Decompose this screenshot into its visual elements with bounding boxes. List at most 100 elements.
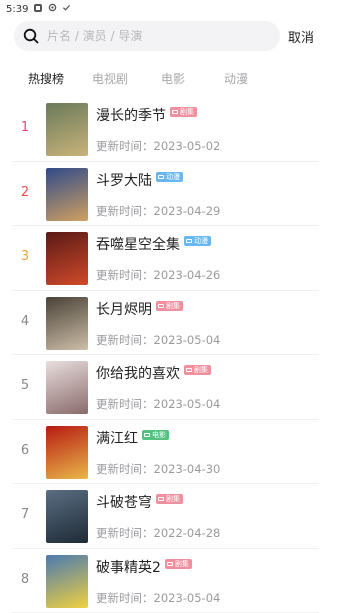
item-title[interactable]: 漫长的季节	[96, 105, 166, 125]
search-bar: 取消	[14, 21, 323, 51]
item-title[interactable]: 破事精英2	[96, 557, 161, 577]
update-date: 2023-05-04	[154, 397, 221, 411]
title-line: 斗破苍穹 剧集	[96, 492, 183, 512]
update-prefix: 更新时间：	[96, 333, 154, 347]
update-prefix: 更新时间：	[96, 139, 154, 153]
list-item[interactable]: 7 斗破苍穹 剧集更新时间：2022-04-28	[12, 484, 319, 549]
rank-number: 2	[18, 185, 32, 200]
update-time: 更新时间：2023-05-04	[96, 396, 220, 412]
update-date: 2023-05-02	[154, 139, 221, 153]
tag-label: 动漫	[166, 172, 180, 182]
tv-icon	[186, 239, 192, 243]
item-title[interactable]: 长月烬明	[96, 299, 152, 319]
update-time: 更新时间：2023-04-29	[96, 203, 220, 219]
item-title[interactable]: 吞噬星空全集	[96, 234, 180, 254]
tag-label: 动漫	[194, 236, 208, 246]
rank-number: 8	[18, 572, 32, 587]
tv-icon	[172, 110, 178, 114]
list-item[interactable]: 1 漫长的季节 剧集更新时间：2023-05-02	[12, 97, 319, 162]
title-line: 吞噬星空全集 动漫	[96, 234, 211, 254]
update-time: 更新时间：2023-05-02	[96, 138, 220, 154]
tag-label: 剧集	[194, 365, 208, 375]
update-date: 2023-04-30	[154, 462, 221, 476]
poster-thumbnail[interactable]	[46, 103, 88, 156]
category-tabs: 热搜榜 电视剧 电影 动漫	[0, 70, 337, 90]
item-title[interactable]: 斗罗大陆	[96, 170, 152, 190]
item-title[interactable]: 满江红	[96, 428, 138, 448]
category-tag: 剧集	[165, 559, 192, 569]
search-input[interactable]	[47, 29, 257, 43]
category-tag: 动漫	[156, 172, 183, 182]
tab-hot-search[interactable]: 热搜榜	[28, 70, 64, 87]
tv-icon	[167, 562, 173, 566]
update-prefix: 更新时间：	[96, 397, 154, 411]
update-prefix: 更新时间：	[96, 526, 154, 540]
update-date: 2023-04-29	[154, 204, 221, 218]
title-line: 斗罗大陆 动漫	[96, 170, 183, 190]
tab-anime[interactable]: 动漫	[224, 70, 248, 87]
update-date: 2023-05-04	[154, 333, 221, 347]
app-icon	[33, 3, 43, 16]
list-item[interactable]: 6 满江红 电影更新时间：2023-04-30	[12, 420, 319, 485]
update-time: 更新时间：2023-05-04	[96, 590, 220, 606]
category-tag: 动漫	[184, 236, 211, 246]
category-tag: 电影	[142, 430, 169, 440]
title-line: 满江红 电影	[96, 428, 169, 448]
tv-icon	[158, 175, 164, 179]
poster-thumbnail[interactable]	[46, 361, 88, 414]
tag-label: 剧集	[180, 107, 194, 117]
poster-thumbnail[interactable]	[46, 297, 88, 350]
poster-thumbnail[interactable]	[46, 426, 88, 479]
poster-thumbnail[interactable]	[46, 232, 88, 285]
rank-number: 5	[18, 378, 32, 393]
rank-number: 1	[18, 120, 32, 135]
search-box[interactable]	[14, 21, 280, 51]
tag-label: 剧集	[175, 559, 189, 569]
hot-search-list: 1漫长的季节剧集更新时间：2023-05-022斗罗大陆动漫更新时间：2023-…	[0, 97, 337, 613]
list-item[interactable]: 3 吞噬星空全集 动漫更新时间：2023-04-26	[12, 226, 319, 291]
tag-label: 电影	[152, 430, 166, 440]
tv-icon	[158, 497, 164, 501]
update-time: 更新时间：2022-04-28	[96, 525, 220, 541]
item-title[interactable]: 斗破苍穹	[96, 492, 152, 512]
item-title[interactable]: 你给我的喜欢	[96, 363, 180, 383]
search-icon	[23, 28, 39, 44]
update-date: 2023-05-04	[154, 591, 221, 605]
update-time: 更新时间：2023-04-30	[96, 461, 220, 477]
update-prefix: 更新时间：	[96, 268, 154, 282]
rank-number: 6	[18, 443, 32, 458]
category-tag: 剧集	[184, 365, 211, 375]
list-item[interactable]: 5 你给我的喜欢 剧集更新时间：2023-05-04	[12, 355, 319, 420]
tab-tv-series[interactable]: 电视剧	[92, 70, 128, 87]
list-item[interactable]: 4 长月烬明 剧集更新时间：2023-05-04	[12, 291, 319, 356]
update-prefix: 更新时间：	[96, 462, 154, 476]
rank-number: 4	[18, 314, 32, 329]
rank-number: 7	[18, 507, 32, 522]
poster-thumbnail[interactable]	[46, 168, 88, 221]
cancel-button[interactable]: 取消	[288, 27, 314, 46]
category-tag: 剧集	[156, 301, 183, 311]
poster-thumbnail[interactable]	[46, 490, 88, 543]
update-time: 更新时间：2023-05-04	[96, 332, 220, 348]
update-date: 2023-04-26	[154, 268, 221, 282]
tag-label: 剧集	[166, 494, 180, 504]
check-icon	[62, 3, 71, 15]
tv-icon	[186, 368, 192, 372]
title-line: 你给我的喜欢 剧集	[96, 363, 211, 383]
tv-icon	[144, 433, 150, 437]
list-item[interactable]: 2 斗罗大陆 动漫更新时间：2023-04-29	[12, 162, 319, 227]
title-line: 漫长的季节 剧集	[96, 105, 197, 125]
update-date: 2022-04-28	[154, 526, 221, 540]
update-prefix: 更新时间：	[96, 591, 154, 605]
update-prefix: 更新时间：	[96, 204, 154, 218]
category-tag: 剧集	[170, 107, 197, 117]
tv-icon	[158, 304, 164, 308]
title-line: 破事精英2 剧集	[96, 557, 192, 577]
tab-movie[interactable]: 电影	[161, 70, 185, 87]
status-time: 5:39	[6, 4, 28, 15]
settings-icon	[48, 3, 57, 15]
rank-number: 3	[18, 249, 32, 264]
tag-label: 剧集	[166, 301, 180, 311]
category-tag: 剧集	[156, 494, 183, 504]
list-item[interactable]: 8 破事精英2 剧集更新时间：2023-05-04	[12, 549, 319, 613]
